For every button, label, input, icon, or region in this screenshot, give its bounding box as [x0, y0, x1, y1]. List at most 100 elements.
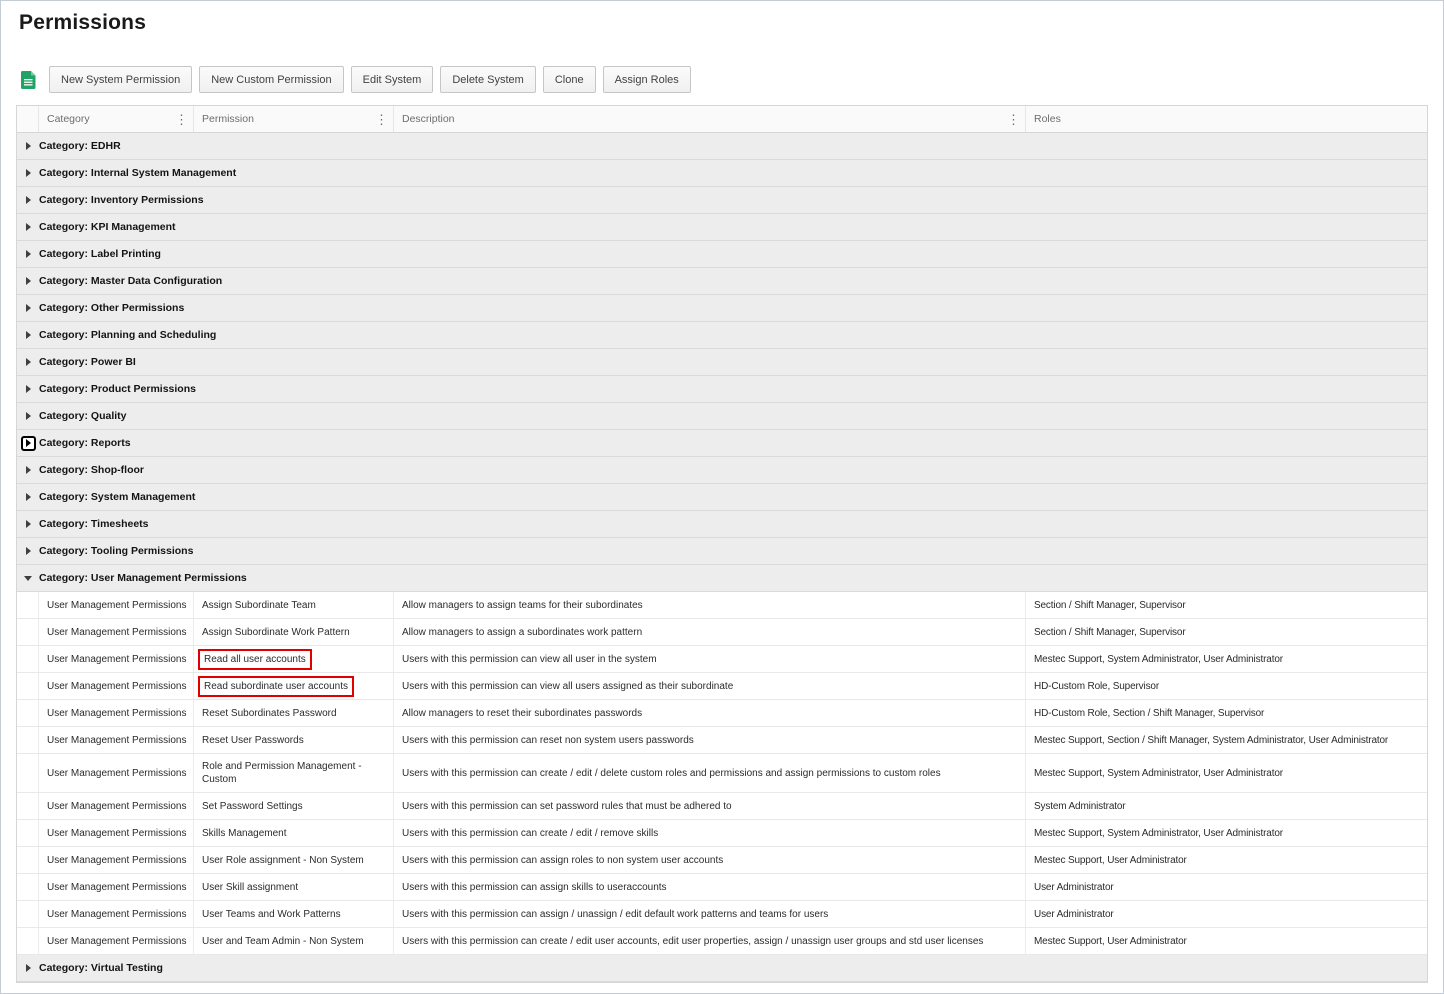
- permission-row[interactable]: User Management Permissions Reset Subordi…: [17, 700, 1427, 727]
- expand-group-icon[interactable]: [25, 412, 31, 420]
- group-caret-cell: [17, 304, 39, 312]
- row-indent-cell: [17, 754, 39, 792]
- permission-row[interactable]: User Management Permissions Assign Subord…: [17, 619, 1427, 646]
- group-label: Category: System Management: [39, 491, 196, 503]
- cell-description: Users with this permission can assign ro…: [394, 847, 1026, 873]
- expand-group-icon[interactable]: [25, 142, 31, 150]
- cell-category: User Management Permissions: [39, 793, 194, 819]
- column-menu-icon[interactable]: ⋮: [170, 113, 193, 126]
- expand-group-icon[interactable]: [25, 277, 31, 285]
- group-caret-cell: [17, 964, 39, 972]
- group-row-category-shop-floor[interactable]: Category: Shop-floor: [17, 457, 1427, 484]
- permission-row[interactable]: User Management Permissions User Role ass…: [17, 847, 1427, 874]
- expand-group-icon[interactable]: [25, 493, 31, 501]
- row-indent-cell: [17, 793, 39, 819]
- expand-group-icon[interactable]: [25, 304, 31, 312]
- toolbar-button-new-system-permission[interactable]: New System Permission: [49, 66, 193, 93]
- column-header-permission[interactable]: Permission ⋮: [194, 106, 394, 132]
- column-header-roles[interactable]: Roles: [1026, 106, 1427, 132]
- toolbar-button-assign-roles[interactable]: Assign Roles: [602, 66, 691, 93]
- expand-group-icon[interactable]: [25, 331, 31, 339]
- expand-group-icon[interactable]: [25, 439, 31, 447]
- group-row-category-power-bi[interactable]: Category: Power BI: [17, 349, 1427, 376]
- permission-row[interactable]: User Management Permissions Read all user…: [17, 646, 1427, 673]
- expand-group-icon[interactable]: [25, 358, 31, 366]
- group-row-category-other-permissions[interactable]: Category: Other Permissions: [17, 295, 1427, 322]
- expand-group-icon[interactable]: [25, 520, 31, 528]
- group-row-category-edhr[interactable]: Category: EDHR: [17, 133, 1427, 160]
- group-label: Category: Product Permissions: [39, 383, 196, 395]
- toolbar-button-edit-system[interactable]: Edit System: [350, 66, 434, 93]
- group-row-category-virtual-testing[interactable]: Category: Virtual Testing: [17, 955, 1427, 982]
- cell-category: User Management Permissions: [39, 619, 194, 645]
- group-row-category-timesheets[interactable]: Category: Timesheets: [17, 511, 1427, 538]
- cell-category: User Management Permissions: [39, 727, 194, 753]
- collapse-group-icon[interactable]: [24, 575, 32, 581]
- permission-row[interactable]: User Management Permissions User and Team…: [17, 928, 1427, 955]
- column-title: Category: [47, 113, 90, 125]
- cell-permission: User Teams and Work Patterns: [194, 901, 394, 927]
- cell-category: User Management Permissions: [39, 901, 194, 927]
- expand-group-icon[interactable]: [25, 196, 31, 204]
- permission-row[interactable]: User Management Permissions Role and Perm…: [17, 754, 1427, 793]
- group-row-category-system-management[interactable]: Category: System Management: [17, 484, 1427, 511]
- group-caret-cell: [17, 493, 39, 501]
- excel-export-button[interactable]: [16, 69, 41, 91]
- cell-permission: User and Team Admin - Non System: [194, 928, 394, 954]
- expand-group-icon[interactable]: [25, 964, 31, 972]
- group-row-category-master-data-configuration[interactable]: Category: Master Data Configuration: [17, 268, 1427, 295]
- group-caret-cell: [17, 169, 39, 177]
- expand-group-icon[interactable]: [25, 250, 31, 258]
- cell-category: User Management Permissions: [39, 592, 194, 618]
- group-row-category-inventory-permissions[interactable]: Category: Inventory Permissions: [17, 187, 1427, 214]
- cell-description: Users with this permission can assign / …: [394, 901, 1026, 927]
- group-row-category-tooling-permissions[interactable]: Category: Tooling Permissions: [17, 538, 1427, 565]
- permission-row[interactable]: User Management Permissions User Teams an…: [17, 901, 1427, 928]
- permission-row[interactable]: User Management Permissions User Skill as…: [17, 874, 1427, 901]
- permission-row[interactable]: User Management Permissions Assign Subord…: [17, 592, 1427, 619]
- group-row-category-kpi-management[interactable]: Category: KPI Management: [17, 214, 1427, 241]
- cell-description: Users with this permission can create / …: [394, 754, 1026, 792]
- group-row-category-quality[interactable]: Category: Quality: [17, 403, 1427, 430]
- column-header-description[interactable]: Description ⋮: [394, 106, 1026, 132]
- permission-row[interactable]: User Management Permissions Reset User Pa…: [17, 727, 1427, 754]
- cell-roles: Mestec Support, System Administrator, Us…: [1034, 767, 1283, 779]
- highlight-annotation: Read subordinate user accounts: [198, 675, 354, 697]
- group-row-category-user-management-permissions[interactable]: Category: User Management Permissions: [17, 565, 1427, 592]
- group-row-category-reports[interactable]: Category: Reports: [17, 430, 1427, 457]
- cell-roles: Section / Shift Manager, Supervisor: [1034, 626, 1186, 638]
- group-caret-cell: [17, 142, 39, 150]
- toolbar-button-new-custom-permission[interactable]: New Custom Permission: [199, 66, 344, 93]
- group-caret-cell: [17, 385, 39, 393]
- group-row-category-product-permissions[interactable]: Category: Product Permissions: [17, 376, 1427, 403]
- cell-roles: Section / Shift Manager, Supervisor: [1034, 599, 1186, 611]
- expand-group-icon[interactable]: [25, 169, 31, 177]
- expand-group-icon[interactable]: [25, 385, 31, 393]
- row-indent-cell: [17, 847, 39, 873]
- group-caret-cell: [17, 358, 39, 366]
- row-indent-cell: [17, 646, 39, 672]
- cell-category: User Management Permissions: [39, 754, 194, 792]
- group-row-category-label-printing[interactable]: Category: Label Printing: [17, 241, 1427, 268]
- group-row-category-internal-system-management[interactable]: Category: Internal System Management: [17, 160, 1427, 187]
- toolbar-button-clone[interactable]: Clone: [542, 66, 596, 93]
- column-menu-icon[interactable]: ⋮: [370, 113, 393, 126]
- group-label: Category: Power BI: [39, 356, 136, 368]
- group-caret-cell: [17, 412, 39, 420]
- permission-row[interactable]: User Management Permissions Set Password …: [17, 793, 1427, 820]
- group-caret-cell: [17, 520, 39, 528]
- group-row-category-planning-and-scheduling[interactable]: Category: Planning and Scheduling: [17, 322, 1427, 349]
- column-header-category[interactable]: Category ⋮: [39, 106, 194, 132]
- column-title: Description: [402, 113, 455, 125]
- permission-row[interactable]: User Management Permissions Skills Manage…: [17, 820, 1427, 847]
- toolbar-button-delete-system[interactable]: Delete System: [440, 66, 536, 93]
- group-label: Category: EDHR: [39, 140, 121, 152]
- expand-group-icon[interactable]: [25, 466, 31, 474]
- row-indent-cell: [17, 592, 39, 618]
- expand-group-icon[interactable]: [25, 547, 31, 555]
- expand-group-icon[interactable]: [25, 223, 31, 231]
- cell-roles: HD-Custom Role, Supervisor: [1034, 680, 1160, 692]
- column-menu-icon[interactable]: ⋮: [1002, 113, 1025, 126]
- permission-row[interactable]: User Management Permissions Read subordin…: [17, 673, 1427, 700]
- column-title: Roles: [1034, 113, 1061, 125]
